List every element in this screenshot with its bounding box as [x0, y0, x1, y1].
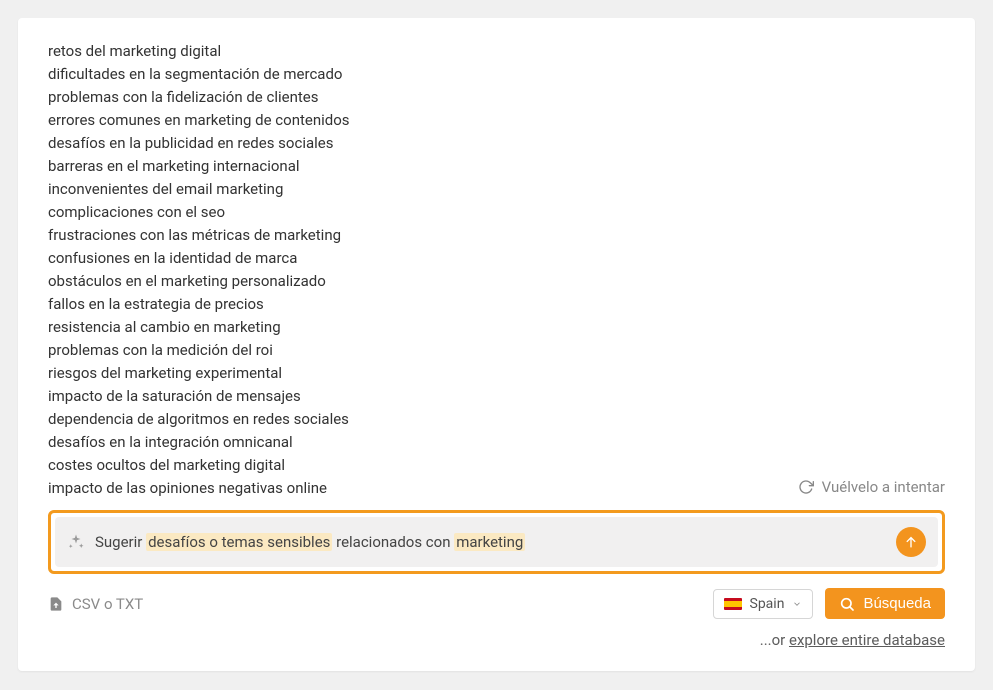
list-item: complicaciones con el seo [48, 201, 945, 224]
sparkle-icon [67, 533, 85, 551]
main-panel: retos del marketing digitaldificultades … [18, 18, 975, 671]
list-item: riesgos del marketing experimental [48, 362, 945, 385]
search-icon [839, 596, 855, 612]
suggest-highlight-topic: desafíos o temas sensibles [146, 533, 332, 551]
upload-link[interactable]: CSV o TXT [48, 595, 143, 613]
refresh-icon [798, 479, 814, 495]
list-item: frustraciones con las métricas de market… [48, 224, 945, 247]
right-controls: Spain Búsqueda [713, 588, 946, 619]
search-button[interactable]: Búsqueda [825, 588, 945, 619]
suggest-highlight-keyword: marketing [454, 533, 525, 551]
chevron-down-icon [792, 599, 802, 609]
explore-row: ...or explore entire database [48, 631, 945, 649]
list-item: inconvenientes del email marketing [48, 178, 945, 201]
list-item: costes ocultos del marketing digital [48, 454, 945, 477]
list-item: dependencia de algoritmos en redes socia… [48, 408, 945, 431]
results-list: retos del marketing digitaldificultades … [48, 40, 945, 500]
flag-spain-icon [724, 598, 742, 610]
explore-database-link[interactable]: explore entire database [789, 631, 945, 649]
suggest-box-outline: Sugerir desafíos o temas sensibles relac… [48, 510, 945, 574]
list-item: confusiones en la identidad de marca [48, 247, 945, 270]
bottom-row: CSV o TXT Spain Búsqueda [48, 588, 945, 619]
list-item: retos del marketing digital [48, 40, 945, 63]
arrow-up-icon [903, 534, 919, 550]
list-item: resistencia al cambio en marketing [48, 316, 945, 339]
submit-button[interactable] [896, 527, 926, 557]
retry-label: Vuélvelo a intentar [822, 478, 945, 496]
country-select[interactable]: Spain [713, 589, 814, 619]
retry-button[interactable]: Vuélvelo a intentar [798, 478, 945, 496]
list-item: barreras en el marketing internacional [48, 155, 945, 178]
list-item: errores comunes en marketing de contenid… [48, 109, 945, 132]
list-item: obstáculos en el marketing personalizado [48, 270, 945, 293]
list-item: impacto de la saturación de mensajes [48, 385, 945, 408]
country-label: Spain [750, 596, 785, 612]
list-item: problemas con la medición del roi [48, 339, 945, 362]
list-item: dificultades en la segmentación de merca… [48, 63, 945, 86]
list-item: problemas con la fidelización de cliente… [48, 86, 945, 109]
list-item: desafíos en la publicidad en redes socia… [48, 132, 945, 155]
suggest-text: Sugerir desafíos o temas sensibles relac… [95, 533, 886, 551]
upload-label: CSV o TXT [72, 595, 143, 613]
suggest-input[interactable]: Sugerir desafíos o temas sensibles relac… [55, 517, 938, 567]
list-item: fallos en la estrategia de precios [48, 293, 945, 316]
list-item: desafíos en la integración omnicanal [48, 431, 945, 454]
file-upload-icon [48, 596, 64, 612]
search-label: Búsqueda [863, 595, 931, 612]
